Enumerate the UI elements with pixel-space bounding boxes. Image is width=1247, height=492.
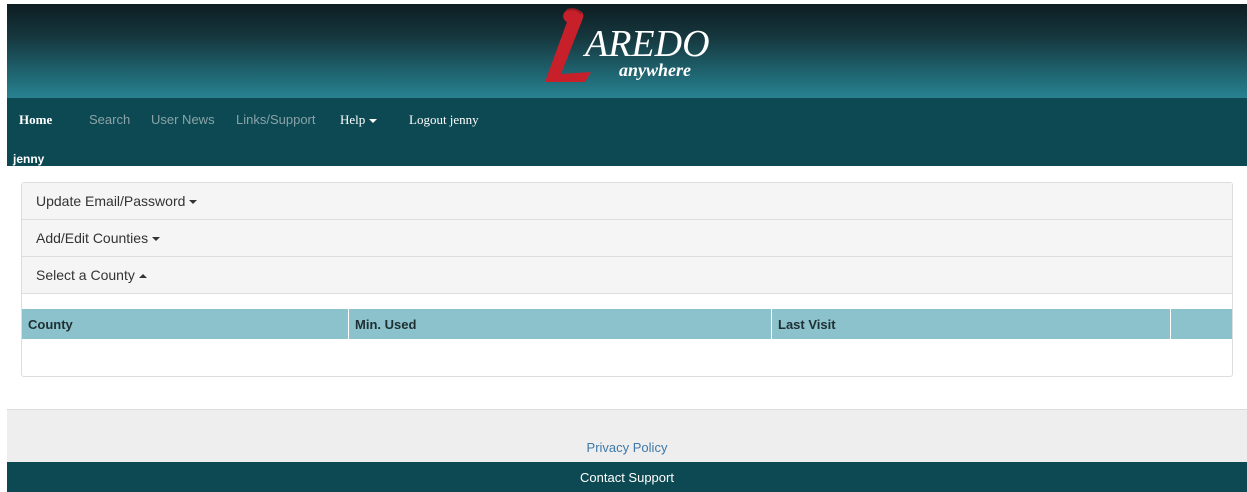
chevron-down-icon bbox=[152, 237, 161, 242]
logo-subtext: anywhere bbox=[619, 60, 691, 80]
nav-help-dropdown[interactable]: Help bbox=[340, 112, 378, 128]
logo-text: AREDO bbox=[582, 23, 710, 65]
select-county-label: Select a County bbox=[36, 267, 135, 283]
contact-support-link[interactable]: Contact Support bbox=[7, 470, 1247, 485]
nav-home[interactable]: Home bbox=[19, 112, 52, 128]
column-header-min-used[interactable]: Min. Used bbox=[348, 309, 772, 339]
column-header-empty bbox=[1170, 309, 1232, 339]
update-email-password-toggle[interactable]: Update Email/Password bbox=[22, 183, 1232, 220]
nav-search[interactable]: Search bbox=[89, 112, 130, 127]
chevron-down-icon bbox=[189, 200, 198, 205]
privacy-policy-link[interactable]: Privacy Policy bbox=[7, 440, 1247, 455]
column-header-last-visit[interactable]: Last Visit bbox=[771, 309, 1171, 339]
chevron-down-icon bbox=[369, 119, 378, 124]
column-header-county[interactable]: County bbox=[22, 309, 349, 339]
settings-panel-group: Update Email/Password Add/Edit Counties … bbox=[21, 182, 1233, 377]
county-table: County Min. Used Last Visit bbox=[22, 309, 1232, 339]
add-edit-counties-toggle[interactable]: Add/Edit Counties bbox=[22, 220, 1232, 257]
navbar: Home Search User News Links/Support Help… bbox=[7, 98, 1247, 166]
nav-help-label: Help bbox=[340, 112, 366, 127]
header-banner: AREDO anywhere bbox=[7, 4, 1247, 98]
page-frame: AREDO anywhere Home Search User News Lin… bbox=[7, 4, 1247, 492]
select-county-toggle[interactable]: Select a County bbox=[22, 257, 1232, 294]
add-edit-counties-label: Add/Edit Counties bbox=[36, 230, 149, 246]
update-email-password-label: Update Email/Password bbox=[36, 193, 186, 209]
laredo-logo[interactable]: AREDO anywhere bbox=[527, 8, 737, 94]
table-header-row: County Min. Used Last Visit bbox=[22, 309, 1232, 339]
chevron-up-icon bbox=[138, 274, 147, 279]
nav-links-support[interactable]: Links/Support bbox=[236, 112, 316, 127]
nav-logout[interactable]: Logout jenny bbox=[409, 112, 479, 128]
current-username: jenny bbox=[13, 152, 45, 166]
main-content: Update Email/Password Add/Edit Counties … bbox=[7, 166, 1247, 410]
nav-user-news[interactable]: User News bbox=[151, 112, 215, 127]
footer-bar: Contact Support bbox=[7, 462, 1247, 492]
